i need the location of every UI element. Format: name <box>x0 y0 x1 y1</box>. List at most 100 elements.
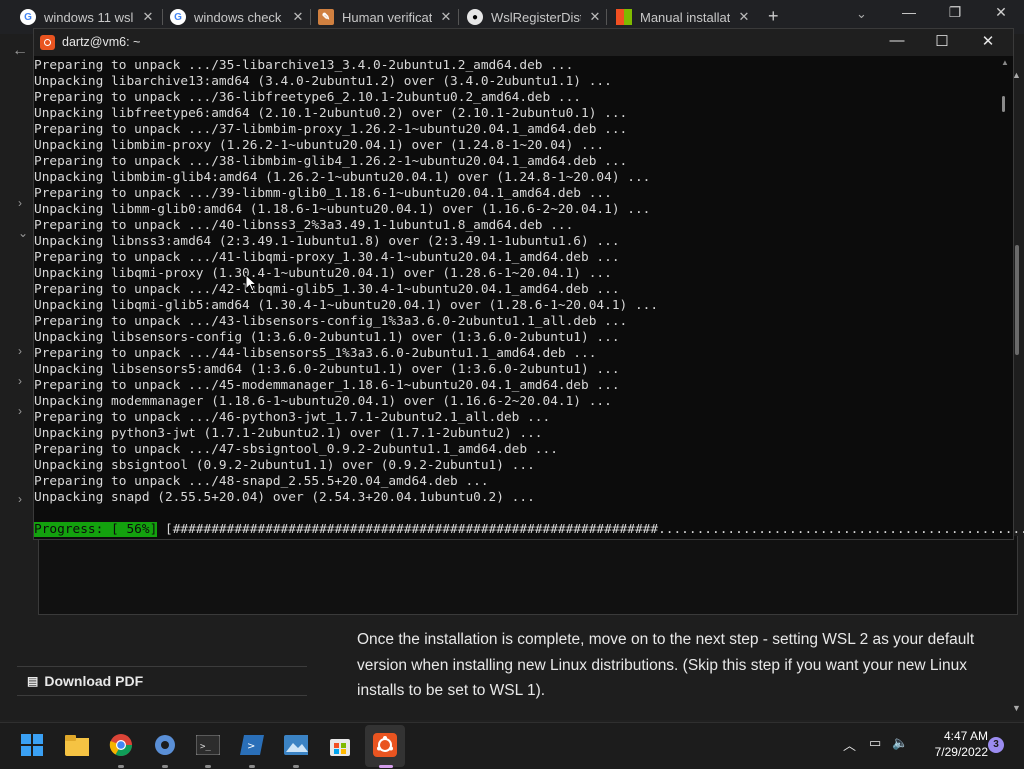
settings-icon[interactable] <box>153 733 177 757</box>
tab-human-verification[interactable]: ✎ Human verificat ✕ <box>318 4 454 30</box>
terminal-line: Preparing to unpack .../48-snapd_2.55.5+… <box>34 474 489 489</box>
terminal-line: Preparing to unpack .../41-libqmi-proxy_… <box>34 250 620 265</box>
browser-minimize-button[interactable]: — <box>886 4 932 20</box>
terminal-icon[interactable]: >_ <box>196 733 220 757</box>
code-block <box>38 536 1018 615</box>
notification-badge[interactable]: 3 <box>988 737 1004 753</box>
github-icon: ● <box>467 9 483 25</box>
chevron-right-icon[interactable]: › <box>18 374 22 388</box>
close-icon[interactable]: ✕ <box>438 9 454 25</box>
terminal-line: Preparing to unpack .../47-sbsigntool_0.… <box>34 442 558 457</box>
terminal-scrollbar[interactable]: ▲ <box>1000 58 1012 538</box>
ubuntu-icon <box>40 35 55 50</box>
close-icon[interactable]: ✕ <box>140 9 156 25</box>
terminal-line: Unpacking snapd (2.55.5+20.04) over (2.5… <box>34 490 535 505</box>
scroll-up-icon[interactable]: ▲ <box>1001 58 1009 67</box>
clock-date: 7/29/2022 <box>934 745 988 759</box>
mouse-pointer-icon <box>245 274 257 292</box>
terminal-line: Preparing to unpack .../36-libfreetype6_… <box>34 90 582 105</box>
tab-wslregisterdist[interactable]: ● WslRegisterDist ✕ <box>467 4 603 30</box>
terminal-minimize-button[interactable]: — <box>874 32 920 49</box>
powershell-icon[interactable]: > <box>240 733 264 757</box>
terminal-line: Unpacking libsensors5:amd64 (1:3.6.0-2ub… <box>34 362 620 377</box>
terminal-line: Preparing to unpack .../38-libmbim-glib4… <box>34 154 628 169</box>
terminal-close-button[interactable]: ✕ <box>965 32 1011 50</box>
svg-text:>: > <box>247 741 255 752</box>
scroll-down-icon[interactable]: ▼ <box>1012 703 1021 713</box>
close-icon[interactable]: ✕ <box>736 9 752 25</box>
start-icon[interactable] <box>20 733 44 757</box>
download-pdf-label: Download PDF <box>44 673 144 689</box>
google-icon: G <box>20 9 36 25</box>
terminal-line: Unpacking modemmanager (1.18.6-1~ubuntu2… <box>34 394 612 409</box>
taskbar-clock[interactable]: 4:47 AM 7/29/2022 <box>916 728 988 760</box>
terminal-line: Unpacking libmm-glib0:amd64 (1.18.6-1~ub… <box>34 202 651 217</box>
terminal-line: Unpacking libqmi-glib5:amd64 (1.30.4-1~u… <box>34 298 659 313</box>
tab-divider <box>310 9 311 25</box>
chevron-right-icon[interactable]: › <box>18 492 22 506</box>
terminal-line: Preparing to unpack .../35-libarchive13_… <box>34 58 574 73</box>
tab-search-chevron-icon[interactable]: ⌄ <box>856 6 867 22</box>
download-pdf-link[interactable]: ▤ Download PDF <box>17 666 307 696</box>
new-tab-button[interactable]: + <box>768 6 779 27</box>
terminal-line: Preparing to unpack .../45-modemmanager_… <box>34 378 620 393</box>
taskbar: >_ > ︿ ▭ 🔈 4:47 AM 7/29/2022 3 <box>0 722 1024 769</box>
chevron-right-icon[interactable]: › <box>18 404 22 418</box>
browser-close-button[interactable]: ✕ <box>978 4 1024 21</box>
terminal-line: Preparing to unpack .../44-libsensors5_1… <box>34 346 597 361</box>
tab-title: Human verificat <box>342 9 432 25</box>
store-icon[interactable] <box>328 733 352 757</box>
terminal-line: Unpacking libnss3:amd64 (2:3.49.1-1ubunt… <box>34 234 620 249</box>
chevron-right-icon[interactable]: › <box>18 196 22 210</box>
terminal-line: Unpacking libqmi-proxy (1.30.4-1~ubuntu2… <box>34 266 612 281</box>
pdf-icon: ▤ <box>27 674 39 688</box>
network-icon[interactable]: ▭ <box>869 735 881 751</box>
terminal-line: Unpacking libmbim-glib4:amd64 (1.26.2-1~… <box>34 170 651 185</box>
terminal-line: Unpacking libsensors-config (1:3.6.0-2ub… <box>34 330 620 345</box>
tab-windows-check[interactable]: G windows check ✕ <box>170 4 306 30</box>
chrome-icon[interactable] <box>109 733 133 757</box>
scrollbar-thumb[interactable] <box>1002 96 1005 112</box>
terminal-maximize-button[interactable]: ☐ <box>919 32 965 50</box>
terminal-line: Preparing to unpack .../42-libqmi-glib5_… <box>34 282 620 297</box>
progress-line: Progress: [ 56%] [######################… <box>34 522 1024 538</box>
photos-icon[interactable] <box>284 733 308 757</box>
terminal-line: Preparing to unpack .../40-libnss3_2%3a3… <box>34 218 574 233</box>
tab-windows-11-wsl[interactable]: G windows 11 wsl ✕ <box>20 4 156 30</box>
show-hidden-icons-chevron-icon[interactable]: ︿ <box>843 735 856 754</box>
browser-restore-button[interactable]: ❐ <box>932 4 978 21</box>
ubuntu-icon[interactable] <box>373 733 397 757</box>
terminal-line: Unpacking libmbim-proxy (1.26.2-1~ubuntu… <box>34 138 605 153</box>
progress-label: Progress: [ 56%] <box>34 522 158 537</box>
back-arrow-icon[interactable]: ← <box>12 42 28 60</box>
tab-divider <box>162 9 163 25</box>
microsoft-icon <box>616 9 632 25</box>
terminal-title-bar[interactable]: dartz@vm6: ~ — ☐ ✕ <box>34 29 1013 56</box>
close-icon[interactable]: ✕ <box>587 9 603 25</box>
terminal-line: Unpacking libarchive13:amd64 (3.4.0-2ubu… <box>34 74 612 89</box>
progress-bar: [#######################################… <box>157 522 1024 537</box>
scrollbar-thumb[interactable] <box>1015 245 1019 355</box>
terminal-line: Unpacking libfreetype6:amd64 (2.10.1-2ub… <box>34 106 628 121</box>
terminal-line: Preparing to unpack .../39-libmm-glib0_1… <box>34 186 612 201</box>
file-explorer-icon[interactable] <box>65 733 89 757</box>
chevron-right-icon[interactable]: › <box>18 344 22 358</box>
tab-title: windows 11 wsl <box>44 9 134 25</box>
terminal-output[interactable]: Preparing to unpack .../35-libarchive13_… <box>34 58 999 538</box>
article-paragraph: Once the installation is complete, move … <box>357 631 975 699</box>
terminal-line: Unpacking python3-jwt (1.7.1-2ubuntu2.1)… <box>34 426 543 441</box>
chevron-down-icon[interactable]: ⌄ <box>18 226 28 240</box>
tab-title: WslRegisterDist <box>491 9 581 25</box>
terminal-line: Unpacking sbsigntool (0.9.2-2ubuntu1.1) … <box>34 458 535 473</box>
tab-divider <box>606 9 607 25</box>
tab-manual-installation[interactable]: Manual installat ✕ <box>616 4 752 30</box>
tab-title: windows check <box>194 9 282 25</box>
tab-divider <box>458 9 459 25</box>
terminal-line: Preparing to unpack .../37-libmbim-proxy… <box>34 122 628 137</box>
clock-time: 4:47 AM <box>943 729 988 743</box>
close-icon[interactable]: ✕ <box>290 9 306 25</box>
terminal-title: dartz@vm6: ~ <box>62 35 141 49</box>
terminal-window[interactable]: dartz@vm6: ~ — ☐ ✕ Preparing to unpack .… <box>33 28 1024 540</box>
svg-text:>_: >_ <box>200 742 211 752</box>
volume-icon[interactable]: 🔈 <box>892 735 908 751</box>
